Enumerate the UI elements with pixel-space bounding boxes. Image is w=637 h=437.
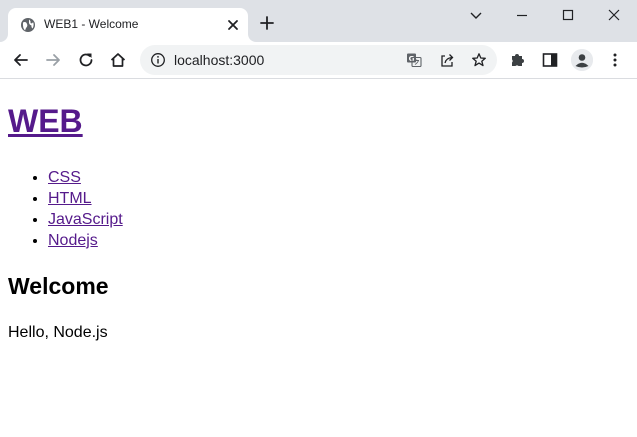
translate-icon[interactable]: G [406, 52, 422, 68]
close-window-icon[interactable] [604, 5, 624, 25]
menu-icon[interactable] [605, 50, 625, 70]
list-item: Nodejs [48, 230, 123, 251]
tab-title: WEB1 - Welcome [44, 17, 139, 31]
tab-search-icon[interactable] [466, 5, 486, 25]
star-icon[interactable] [471, 52, 487, 68]
page-viewport: WEB CSS HTML JavaScript Nodejs Welcome H… [0, 79, 637, 437]
home-icon[interactable] [108, 50, 128, 70]
topic-link-javascript[interactable]: JavaScript [48, 211, 123, 228]
page-heading: Welcome [8, 273, 109, 299]
info-icon[interactable] [150, 52, 166, 68]
close-tab-icon[interactable] [225, 17, 241, 33]
list-item: CSS [48, 167, 123, 188]
list-item: HTML [48, 188, 123, 209]
share-icon[interactable] [439, 52, 455, 68]
extensions-icon[interactable] [508, 50, 528, 70]
list-item: JavaScript [48, 209, 123, 230]
topic-link-html[interactable]: HTML [48, 190, 92, 207]
minimize-icon[interactable] [512, 5, 532, 25]
reload-icon[interactable] [76, 50, 96, 70]
topic-link-css[interactable]: CSS [48, 169, 81, 186]
page-body-text: Hello, Node.js [8, 324, 108, 341]
globe-icon [20, 17, 36, 33]
new-tab-icon[interactable] [259, 15, 275, 31]
side-panel-icon[interactable] [540, 50, 560, 70]
site-title-link[interactable]: WEB [8, 103, 83, 139]
browser-toolbar: localhost:3000 G [0, 42, 637, 79]
maximize-icon[interactable] [558, 5, 578, 25]
site-title: WEB [8, 101, 83, 141]
browser-tab[interactable]: WEB1 - Welcome [8, 8, 248, 42]
topic-list: CSS HTML JavaScript Nodejs [8, 167, 123, 251]
back-icon[interactable] [11, 50, 31, 70]
forward-icon[interactable] [43, 50, 63, 70]
url-text[interactable]: localhost:3000 [174, 52, 264, 68]
topic-link-nodejs[interactable]: Nodejs [48, 232, 98, 249]
address-bar[interactable]: localhost:3000 G [140, 45, 497, 75]
title-bar: WEB1 - Welcome [0, 0, 637, 42]
profile-icon[interactable] [571, 49, 593, 71]
